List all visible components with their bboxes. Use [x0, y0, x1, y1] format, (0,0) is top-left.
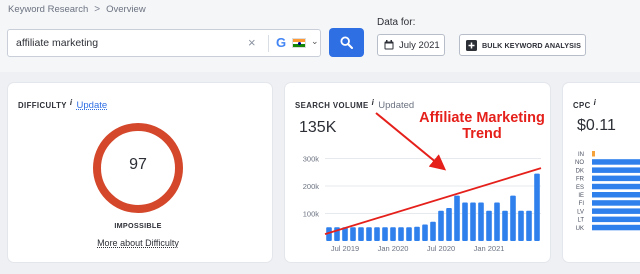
country-label: IE	[578, 193, 584, 199]
country-label: FR	[576, 177, 585, 183]
bulk-keyword-analysis-button[interactable]: BULK KEYWORD ANALYSIS	[459, 34, 586, 56]
date-picker-value: July 2021	[399, 39, 440, 51]
x-tick-label: Jul 2019	[331, 244, 359, 253]
breadcrumb-keyword-research[interactable]: Keyword Research	[8, 4, 88, 15]
volume-bar	[518, 210, 524, 241]
volume-bar	[350, 227, 356, 241]
volume-bar	[510, 195, 516, 241]
country-label: NO	[575, 160, 584, 166]
calendar-icon	[384, 40, 394, 50]
more-about-difficulty-link[interactable]: More about Difficulty	[93, 238, 183, 248]
y-tick-label: 200k	[303, 182, 320, 191]
search-divider	[268, 35, 269, 52]
annotation-line-1: Affiliate Marketing	[419, 110, 545, 126]
volume-bar	[358, 227, 364, 241]
volume-bar	[486, 210, 492, 241]
x-tick-label: Jan 2021	[474, 244, 505, 253]
volume-bar	[526, 210, 532, 241]
volume-bar	[446, 208, 452, 241]
country-bar	[592, 208, 640, 214]
info-icon[interactable]: i	[70, 98, 73, 107]
bulk-keyword-analysis-label: BULK KEYWORD ANALYSIS	[482, 40, 582, 50]
volume-bar	[454, 195, 460, 241]
breadcrumb: Keyword Research > Overview	[8, 4, 146, 15]
volume-bar	[430, 221, 436, 241]
update-link[interactable]: Update	[77, 100, 108, 111]
country-bar	[592, 175, 640, 182]
volume-bar	[422, 224, 428, 241]
volume-bar	[470, 202, 476, 241]
volume-bar	[398, 227, 404, 241]
volume-bar	[382, 227, 388, 241]
search-button[interactable]	[329, 28, 364, 57]
country-bar	[592, 216, 640, 223]
country-bar	[592, 159, 640, 165]
country-bar	[592, 183, 640, 190]
country-bar	[592, 200, 640, 206]
volume-bar	[414, 226, 420, 241]
add-list-icon	[466, 39, 477, 51]
difficulty-level: IMPOSSIBLE	[114, 221, 162, 230]
breadcrumb-overview: Overview	[106, 4, 146, 15]
volume-bar	[494, 202, 500, 241]
data-for-label: Data for:	[377, 17, 416, 28]
volume-bar	[534, 173, 540, 241]
country-bar	[592, 151, 595, 157]
country-label: LT	[577, 218, 584, 224]
search-field[interactable]: affiliate marketing × G ⌄	[7, 29, 321, 57]
country-label: IN	[578, 152, 584, 158]
volume-bar	[462, 202, 468, 241]
country-label: DK	[576, 168, 584, 174]
volume-bar	[502, 210, 508, 241]
breadcrumb-separator: >	[94, 4, 101, 15]
chevron-down-icon[interactable]: ⌄	[311, 36, 319, 47]
country-label: LV	[577, 209, 584, 215]
search-icon	[340, 36, 353, 49]
volume-bar	[438, 210, 444, 241]
google-icon[interactable]: G	[276, 35, 286, 50]
country-bar	[592, 167, 640, 173]
volume-bar	[374, 227, 380, 241]
difficulty-title: DIFFICULTY i Update	[18, 98, 107, 111]
volume-bar	[478, 202, 484, 241]
india-flag-icon[interactable]	[292, 38, 306, 48]
annotation-line-2: Trend	[462, 126, 502, 142]
volume-bar	[366, 227, 372, 241]
x-tick-label: Jul 2020	[427, 244, 455, 253]
trend-annotation: Affiliate Marketing Trend	[411, 110, 553, 142]
date-picker-button[interactable]: July 2021	[377, 34, 445, 56]
y-tick-label: 100k	[303, 210, 320, 219]
country-bar	[592, 192, 640, 198]
clear-icon[interactable]: ×	[248, 35, 256, 50]
difficulty-value: 97	[129, 156, 147, 173]
volume-bar	[390, 227, 396, 241]
x-tick-label: Jan 2020	[378, 244, 409, 253]
cpc-card: CPC i $0.11 IN NO DK FR ES IE FI LV LT UK	[563, 83, 640, 262]
country-label: ES	[576, 185, 584, 191]
search-input[interactable]: affiliate marketing	[16, 37, 98, 49]
country-bar	[592, 224, 640, 231]
volume-bar	[406, 227, 412, 241]
country-label: UK	[576, 226, 584, 232]
y-tick-label: 300k	[303, 155, 320, 164]
cpc-country-chart: IN NO DK FR ES IE FI LV LT UK	[575, 151, 640, 232]
difficulty-title-text: DIFFICULTY	[18, 101, 67, 110]
country-label: FI	[579, 201, 585, 207]
